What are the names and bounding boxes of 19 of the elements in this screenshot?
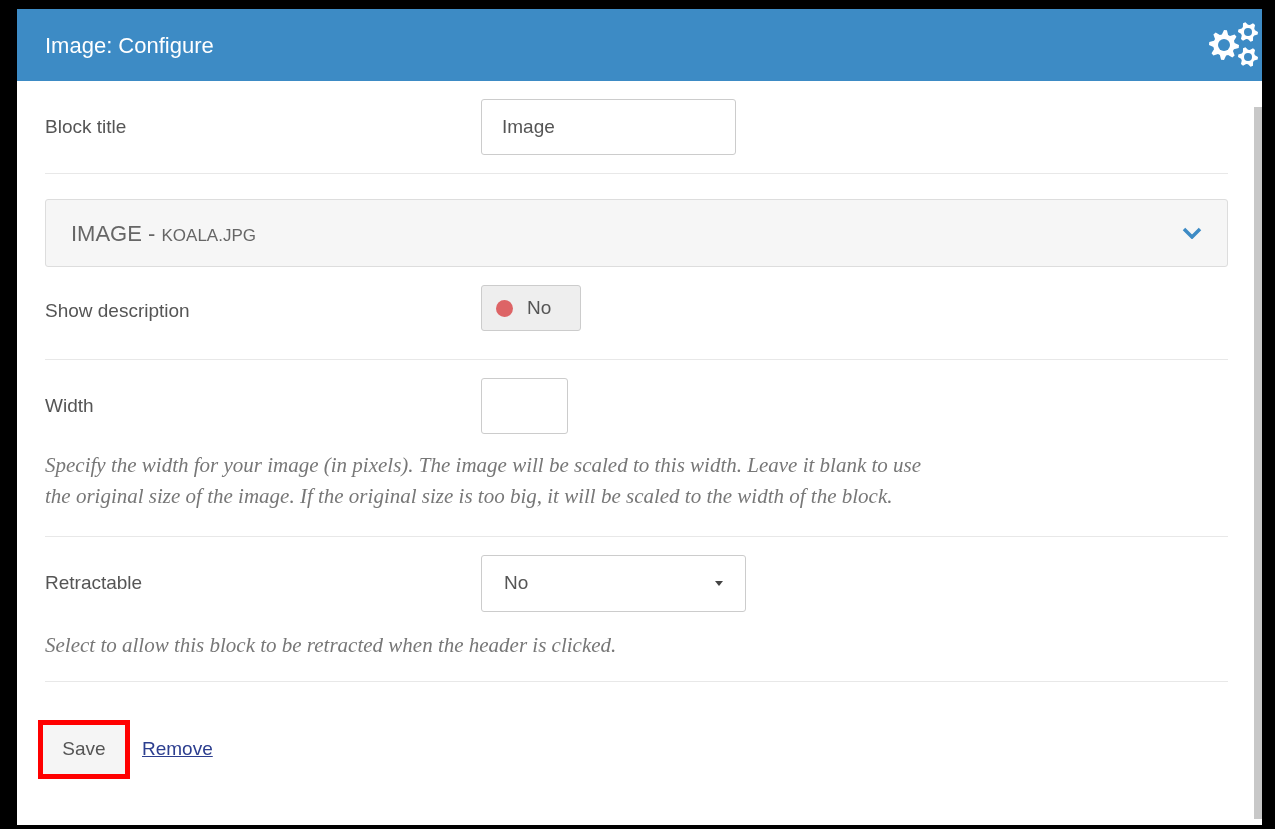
width-field[interactable] [481, 378, 568, 434]
retractable-select[interactable]: No [481, 555, 746, 612]
chevron-icon [1182, 227, 1202, 239]
field-label: Block title [45, 115, 128, 139]
field-label: Show description [45, 299, 191, 323]
block-title-field[interactable]: Image [481, 99, 736, 155]
help-text: Specify the width for your image (in pixels). The image will be scaled to this width. Leave it blank to use the original size of the image. If the original size is too big, it will be scaled to the width of the block. [45, 452, 923, 510]
save-button[interactable]: Save [43, 725, 125, 774]
scrollbar[interactable] [1254, 107, 1262, 819]
field-label: Retractable [45, 571, 144, 595]
show-description-toggle[interactable]: No [481, 285, 581, 331]
remove-link[interactable]: Remove [142, 735, 213, 764]
image-section-title: IMAGE - KOALA.JPG [71, 219, 256, 248]
settings-icon[interactable] [1208, 21, 1260, 69]
dialog-title: Image: Configure [45, 31, 214, 60]
help-text: Select to allow this block to be retracted when the header is clicked. [45, 632, 618, 659]
field-label: Width [45, 394, 95, 418]
image-section-header[interactable]: IMAGE - KOALA.JPG [45, 199, 1228, 267]
dropdown-caret-icon [715, 581, 723, 586]
